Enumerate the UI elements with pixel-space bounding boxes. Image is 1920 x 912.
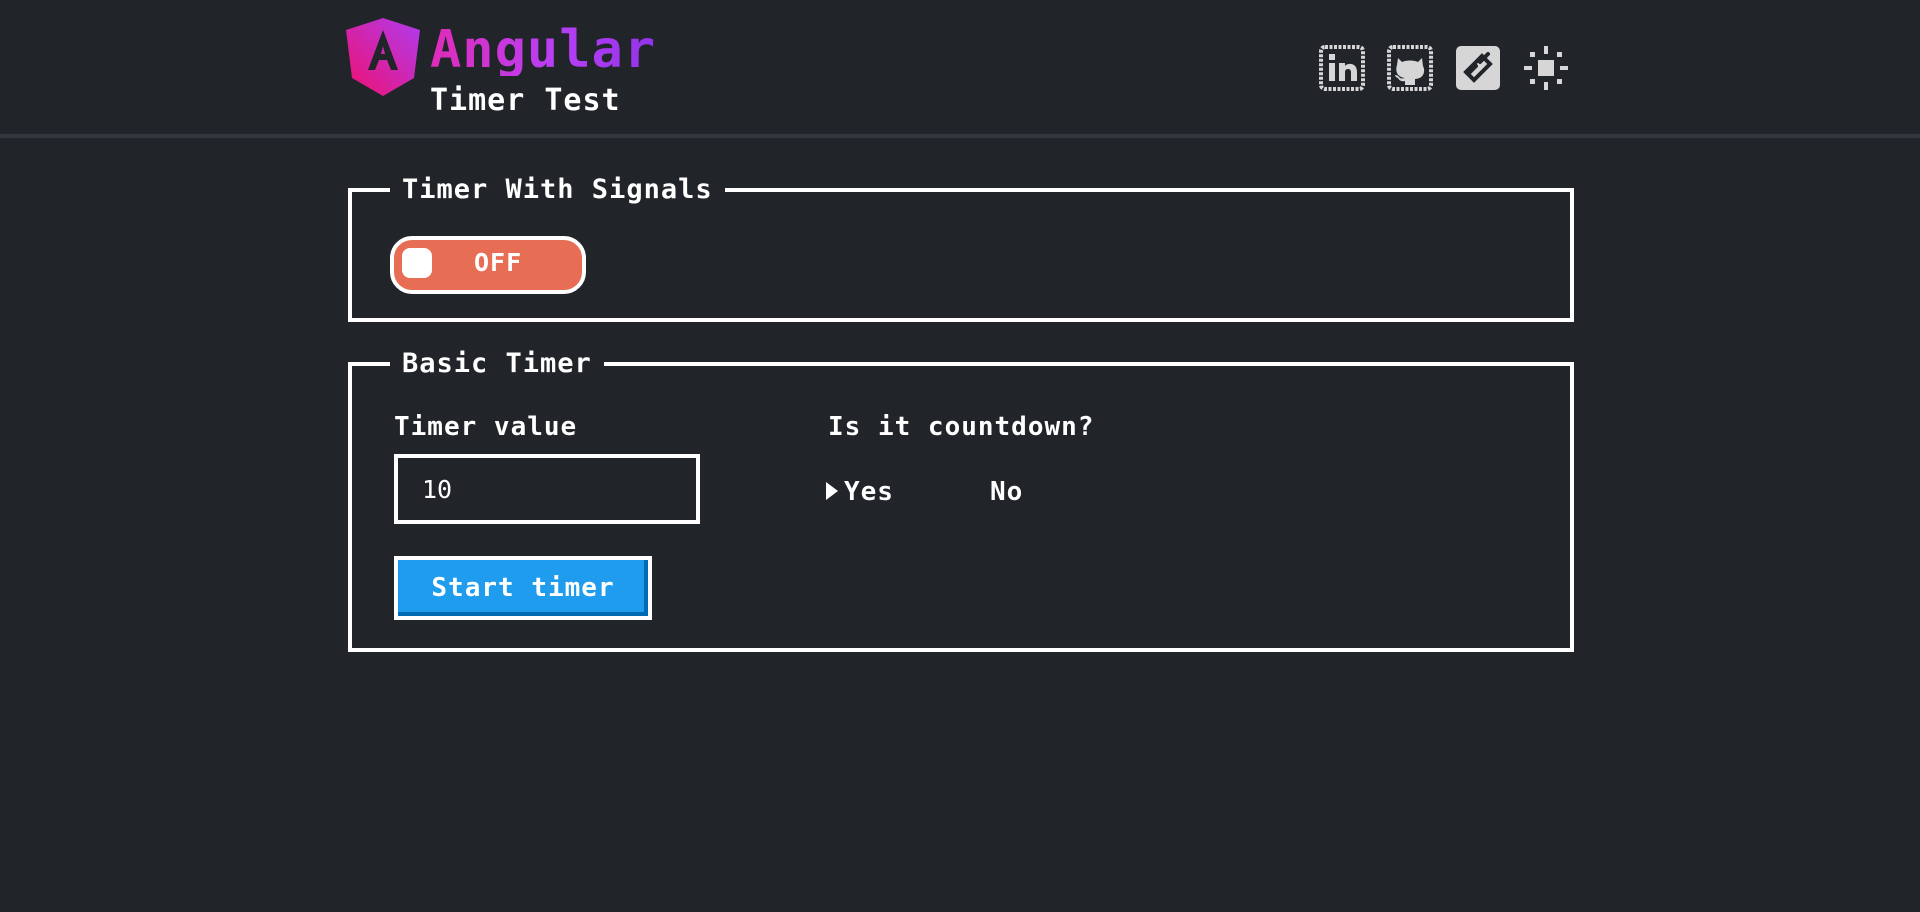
basic-panel-title: Basic Timer [390, 348, 604, 380]
sun-icon[interactable] [1522, 44, 1570, 92]
toggle-knob [402, 248, 432, 278]
timer-value-label: Timer value [394, 412, 578, 442]
countdown-label: Is it countdown? [828, 412, 1095, 442]
start-timer-button[interactable]: Start timer [394, 556, 652, 620]
radio-selected-marker [826, 482, 838, 500]
brand-name: Angular [430, 20, 657, 80]
app-header: Angular Timer Test [0, 0, 1920, 138]
timer-value-input[interactable] [394, 454, 700, 524]
basic-timer-panel: Basic Timer Timer value Is it countdown?… [348, 348, 1574, 652]
linkedin-icon[interactable] [1318, 44, 1366, 92]
github-icon[interactable] [1386, 44, 1434, 92]
header-icons [1318, 44, 1580, 94]
radio-no-label: No [990, 477, 1024, 507]
signals-panel-title: Timer With Signals [390, 174, 725, 206]
angular-logo [346, 18, 420, 96]
signals-toggle[interactable]: OFF [390, 236, 586, 294]
toggle-label: OFF [474, 248, 523, 277]
brand: Angular Timer Test [346, 18, 686, 122]
link-icon[interactable] [1454, 44, 1502, 92]
signals-timer-panel: Timer With Signals OFF [348, 174, 1574, 322]
countdown-yes-radio[interactable]: Yes [826, 474, 894, 510]
page-subtitle: Timer Test [430, 83, 621, 118]
radio-yes-label: Yes [844, 477, 894, 507]
countdown-no-radio[interactable]: No [990, 474, 1023, 510]
